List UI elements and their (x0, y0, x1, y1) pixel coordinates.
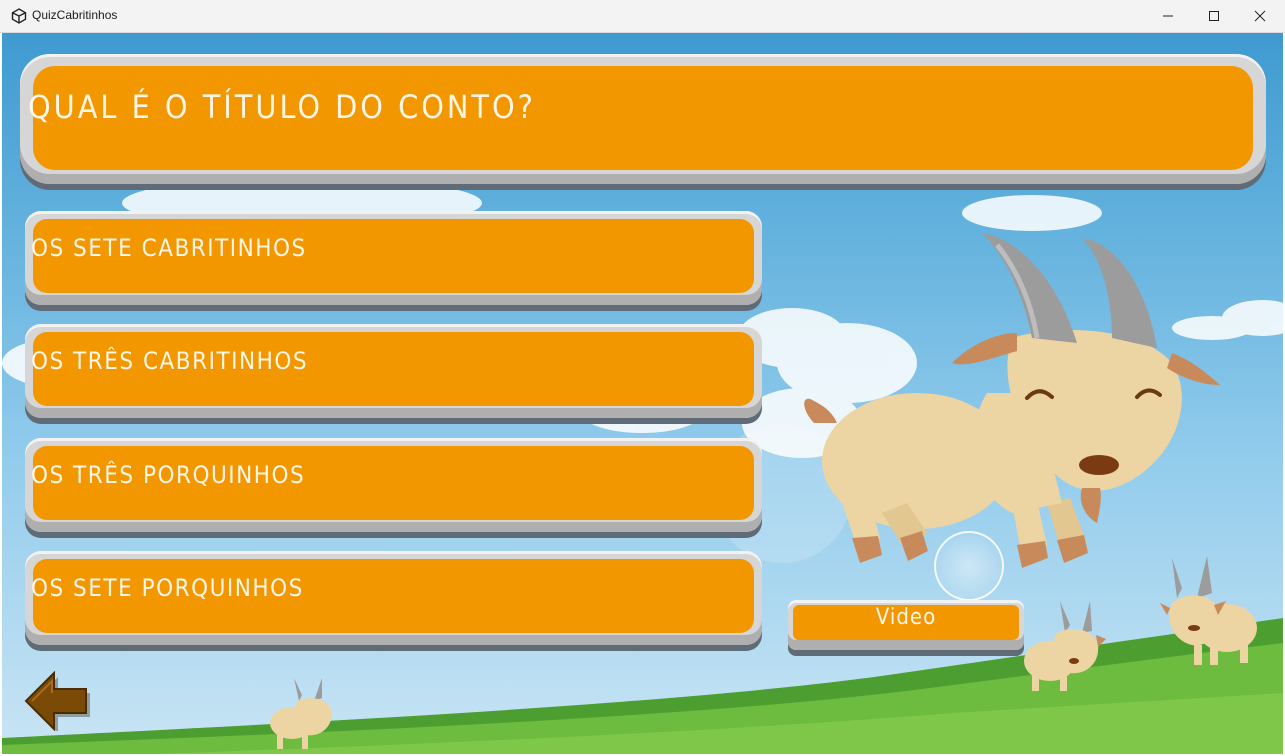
question-panel: QUAL É O TÍTULO DO CONTO? (20, 54, 1266, 184)
maximize-icon (1209, 11, 1219, 21)
answer-label: OS TRÊS CABRITINHOS (31, 347, 309, 375)
close-icon (1254, 10, 1266, 22)
video-label: Video (875, 605, 937, 630)
minimize-button[interactable] (1145, 0, 1191, 32)
maximize-button[interactable] (1191, 0, 1237, 32)
answer-label: OS SETE CABRITINHOS (31, 234, 307, 262)
video-button[interactable]: Video (788, 600, 1024, 650)
window-title: QuizCabritinhos (32, 8, 118, 22)
answer-button-2[interactable]: OS TRÊS CABRITINHOS (25, 324, 762, 418)
unity-icon (11, 8, 27, 24)
back-arrow-icon[interactable] (24, 669, 92, 731)
minimize-icon (1163, 15, 1173, 17)
question-text: QUAL É O TÍTULO DO CONTO? (28, 88, 536, 126)
window-titlebar: QuizCabritinhos (0, 0, 1285, 33)
game-area: QUAL É O TÍTULO DO CONTO? OS SETE CABRIT… (2, 33, 1283, 754)
close-button[interactable] (1237, 0, 1283, 32)
answer-label: OS SETE PORQUINHOS (31, 574, 304, 602)
answer-button-3[interactable]: OS TRÊS PORQUINHOS (25, 438, 762, 532)
touch-indicator (934, 531, 1004, 601)
answer-label: OS TRÊS PORQUINHOS (31, 461, 306, 489)
answer-button-4[interactable]: OS SETE PORQUINHOS (25, 551, 762, 645)
answer-button-1[interactable]: OS SETE CABRITINHOS (25, 211, 762, 305)
